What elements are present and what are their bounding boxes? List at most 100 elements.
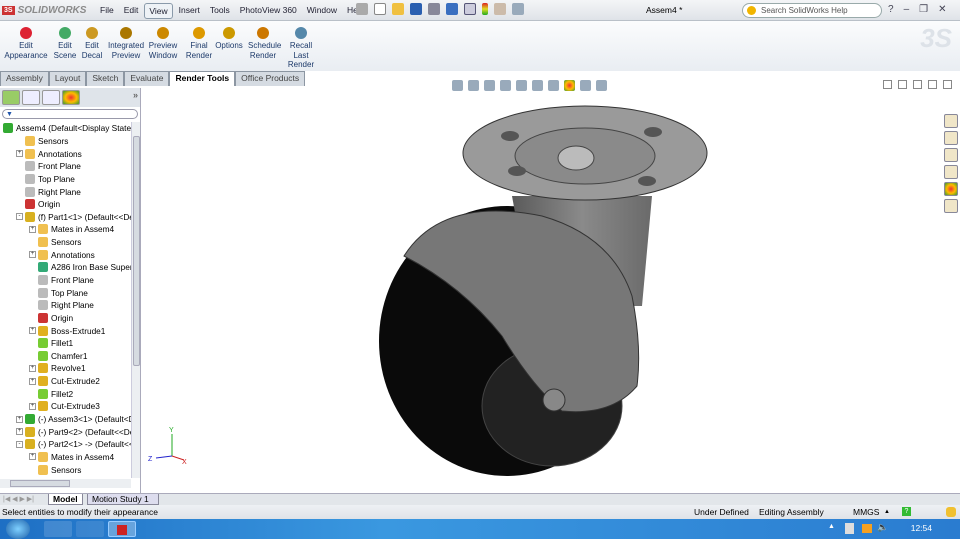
undo-icon[interactable]	[446, 3, 458, 15]
design-library-icon[interactable]	[944, 131, 958, 145]
tree-item[interactable]: + Mates in Assem4	[0, 451, 131, 464]
tree-item[interactable]: Sensors	[0, 236, 131, 249]
units-selector[interactable]: MMGS	[853, 505, 879, 519]
expand-icon[interactable]: +	[16, 150, 23, 158]
tree-item[interactable]: Front Plane	[0, 160, 131, 173]
help-status-icon[interactable]: ?	[902, 507, 911, 516]
graphics-area[interactable]: Y X Z	[142, 80, 960, 493]
collapse-icon[interactable]: -	[16, 213, 23, 221]
tree-item[interactable]: - (f) Part1<1> (Default<<Def	[0, 210, 131, 223]
tab-office-products[interactable]: Office Products	[235, 71, 306, 86]
appearances-icon[interactable]	[944, 182, 958, 196]
tree-item[interactable]: Fillet2	[0, 387, 131, 400]
tree-item[interactable]: + Annotations	[0, 147, 131, 160]
tree-item[interactable]: Top Plane	[0, 286, 131, 299]
tree-item[interactable]: Right Plane	[0, 185, 131, 198]
custom-properties-icon[interactable]	[944, 199, 958, 213]
tree-item[interactable]: + Annotations	[0, 248, 131, 261]
expand-icon[interactable]: +	[16, 415, 23, 423]
show-hidden-icons[interactable]: ▲	[828, 523, 835, 530]
property-manager-tab-icon[interactable]	[22, 90, 40, 105]
tree-item[interactable]: + (-) Assem3<1> (Default<Di	[0, 413, 131, 426]
rebuild-icon[interactable]	[482, 3, 488, 15]
file-explorer-icon[interactable]	[944, 148, 958, 162]
solidworks-logo[interactable]: 3S SOLIDWORKS	[2, 3, 90, 18]
tab-scroll-arrows[interactable]: |◀ ◀ ▶ ▶|	[3, 495, 34, 503]
tree-filter-input[interactable]: ▼	[2, 109, 138, 119]
tab-sketch[interactable]: Sketch	[86, 71, 125, 86]
ribbon-integrated-preview-button[interactable]: Integrated Preview	[106, 27, 146, 60]
search-help-input[interactable]: Search SolidWorks Help	[742, 3, 882, 18]
expand-icon[interactable]: +	[16, 428, 23, 436]
tree-item[interactable]: + Revolve1	[0, 362, 131, 375]
tree-item[interactable]: + Cut-Extrude2	[0, 375, 131, 388]
menu-view[interactable]: View	[144, 3, 173, 19]
expand-icon[interactable]: +	[29, 225, 36, 233]
tab-model[interactable]: Model	[48, 494, 83, 505]
help-icon[interactable]: ?	[888, 4, 894, 15]
solidworks-resources-icon[interactable]	[944, 114, 958, 128]
ribbon-final-render-button[interactable]: Final Render	[184, 27, 214, 60]
configuration-manager-tab-icon[interactable]	[42, 90, 60, 105]
network-icon[interactable]	[862, 524, 872, 533]
tree-item[interactable]: Origin	[0, 198, 131, 211]
tree-item[interactable]: A286 Iron Base Superall	[0, 261, 131, 274]
tree-item[interactable]: Origin	[0, 312, 131, 325]
tab-render-tools[interactable]: Render Tools	[169, 71, 236, 86]
expand-icon[interactable]: +	[29, 402, 36, 410]
feature-manager-tab-icon[interactable]	[2, 90, 20, 105]
options-icon[interactable]	[512, 3, 524, 15]
open-folder-icon[interactable]	[392, 3, 404, 15]
tab-motion-study-1[interactable]: Motion Study 1	[87, 494, 159, 505]
menu-window[interactable]: Window	[303, 3, 341, 19]
tree-item[interactable]: Sensors	[0, 135, 131, 148]
ribbon-preview-window-button[interactable]: Preview Window	[148, 27, 178, 60]
tree-item[interactable]: Right Plane	[0, 299, 131, 312]
ribbon-schedule-render-button[interactable]: Schedule Render	[248, 27, 281, 60]
caster-model[interactable]: Y X Z	[142, 86, 960, 493]
ribbon-edit-decal-button[interactable]: Edit Decal	[77, 27, 107, 60]
select-cursor-icon[interactable]	[464, 3, 476, 15]
action-center-icon[interactable]	[845, 523, 854, 534]
tree-item[interactable]: + Cut-Extrude3	[0, 400, 131, 413]
menu-insert[interactable]: Insert	[175, 3, 204, 19]
taskbar-explorer-icon[interactable]	[44, 521, 72, 537]
tree-item[interactable]: Fillet1	[0, 337, 131, 350]
menu-file[interactable]: File	[96, 3, 118, 19]
scroll-thumb[interactable]	[10, 480, 70, 487]
pin-icon[interactable]	[356, 3, 368, 15]
tab-layout[interactable]: Layout	[48, 71, 87, 86]
print-icon[interactable]	[428, 3, 440, 15]
new-document-icon[interactable]	[374, 3, 386, 15]
tree-item[interactable]: Top Plane	[0, 173, 131, 186]
tree-item[interactable]: Chamfer1	[0, 350, 131, 363]
expand-panel-icon[interactable]: »	[133, 90, 138, 105]
menu-photoview-360[interactable]: PhotoView 360	[236, 3, 301, 19]
rebuild-status-icon[interactable]	[946, 507, 956, 517]
tab-assembly[interactable]: Assembly	[0, 71, 49, 86]
ribbon-recall-last-render-button[interactable]: Recall Last Render	[286, 27, 316, 70]
taskbar-app-icon[interactable]	[76, 521, 104, 537]
scroll-thumb[interactable]	[133, 136, 140, 366]
display-manager-tab-icon[interactable]	[62, 90, 80, 105]
expand-icon[interactable]: +	[29, 251, 36, 259]
taskbar-clock[interactable]: 12:54	[911, 523, 932, 533]
start-button[interactable]	[6, 519, 30, 539]
expand-icon[interactable]: +	[29, 377, 36, 385]
collapse-icon[interactable]: -	[16, 440, 23, 448]
save-icon[interactable]	[410, 3, 422, 15]
ribbon-edit-appearance-button[interactable]: Edit Appearance	[4, 27, 48, 60]
volume-icon[interactable]: 🔈	[877, 522, 888, 533]
tree-item[interactable]: + Mates in Assem4	[0, 223, 131, 236]
view-palette-icon[interactable]	[944, 165, 958, 179]
taskbar-solidworks-icon[interactable]	[108, 521, 136, 537]
ribbon-options-button[interactable]: Options	[214, 27, 244, 51]
expand-icon[interactable]: +	[29, 364, 36, 372]
expand-icon[interactable]: +	[29, 327, 36, 335]
tree-vertical-scrollbar[interactable]	[131, 122, 140, 478]
tree-item[interactable]: + Boss-Extrude1	[0, 324, 131, 337]
tree-item[interactable]: - (-) Part2<1> -> (Default<<	[0, 438, 131, 451]
tab-evaluate[interactable]: Evaluate	[124, 71, 170, 86]
units-dropdown-icon[interactable]: ▲	[884, 505, 890, 519]
tree-horizontal-scrollbar[interactable]	[0, 479, 131, 488]
